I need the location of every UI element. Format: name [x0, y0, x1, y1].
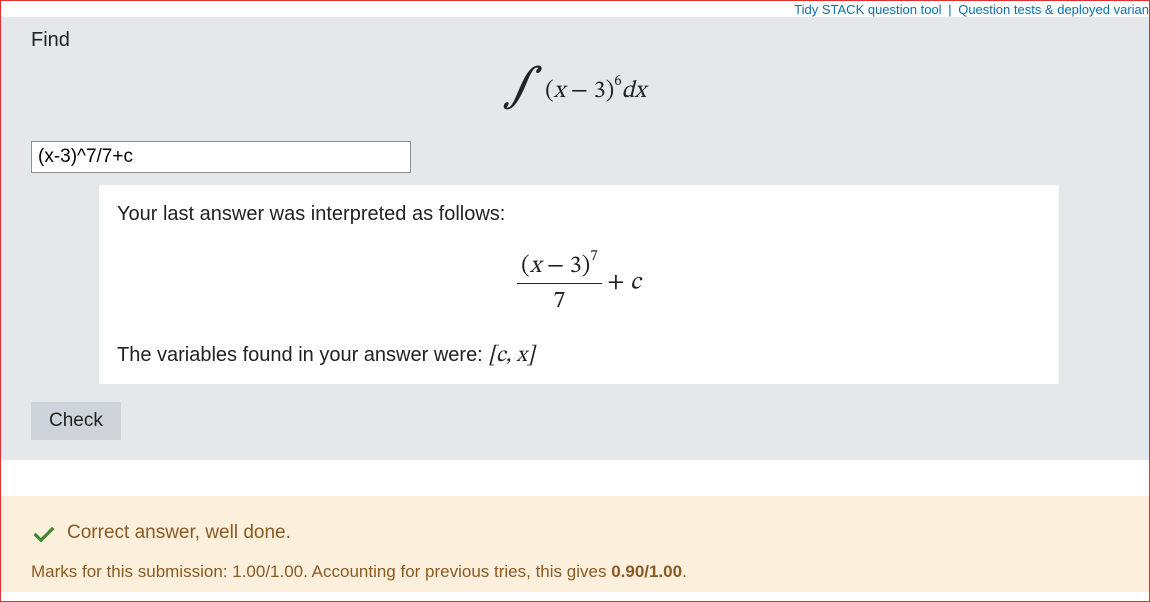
- num-paren-open: (: [521, 254, 530, 278]
- marks-pre: Marks for this submission:: [31, 562, 232, 581]
- num-paren-close: ): [582, 254, 591, 278]
- feedback-expression: (x − 3)7 7 + c: [117, 250, 1041, 316]
- fraction-numerator: (x − 3)7: [517, 250, 601, 284]
- result-correct-line: Correct answer, well done.: [31, 520, 1119, 546]
- feedback-box: Your last answer was interpreted as foll…: [99, 185, 1059, 384]
- paren-close: ): [606, 79, 615, 103]
- constant-c: c: [630, 271, 641, 295]
- result-correct-text: Correct answer, well done.: [67, 522, 291, 544]
- question-area: Find ∫ (x − 3)6dx Your last answer was i…: [1, 17, 1149, 460]
- num-var-x: x: [530, 254, 542, 278]
- plus-sign: +: [607, 271, 630, 295]
- feedback-vars-line: The variables found in your answer were:…: [117, 342, 1041, 370]
- marks-mid: . Accounting for previous tries, this gi…: [303, 562, 611, 581]
- check-button[interactable]: Check: [31, 402, 121, 440]
- vars-intro: The variables found in your answer were:: [117, 344, 488, 366]
- const-3: 3: [594, 79, 606, 103]
- question-prompt: Find: [31, 29, 1119, 52]
- minus: −: [565, 79, 594, 103]
- answer-input[interactable]: [31, 141, 411, 173]
- marks-value: 1.00/1.00: [232, 562, 303, 581]
- page-root: Tidy STACK question tool | Question test…: [0, 0, 1150, 602]
- link-separator: |: [945, 2, 954, 17]
- paren-open: (: [545, 79, 554, 103]
- num-exp-7: 7: [590, 249, 597, 264]
- marks-post: .: [682, 562, 687, 581]
- differential-dx: dx: [622, 79, 646, 103]
- vars-list: [c, x]: [488, 345, 534, 367]
- integrand: (x − 3)6dx: [545, 75, 646, 106]
- fraction-denominator: 7: [517, 284, 601, 316]
- fraction: (x − 3)7 7: [517, 250, 601, 316]
- link-question-tests[interactable]: Question tests & deployed varian: [958, 2, 1149, 17]
- integral-sign-icon: ∫: [504, 67, 535, 108]
- num-const-3: 3: [570, 254, 582, 278]
- num-minus: −: [541, 254, 570, 278]
- var-x: x: [554, 79, 566, 103]
- question-integral: ∫ (x − 3)6dx: [31, 70, 1119, 111]
- feedback-intro: Your last answer was interpreted as foll…: [117, 203, 1041, 226]
- link-tidy-tool[interactable]: Tidy STACK question tool: [794, 2, 941, 17]
- result-box: Correct answer, well done. Marks for thi…: [1, 496, 1149, 592]
- top-links: Tidy STACK question tool | Question test…: [1, 1, 1149, 17]
- exponent-6: 6: [614, 74, 621, 89]
- result-marks-line: Marks for this submission: 1.00/1.00. Ac…: [31, 562, 1119, 582]
- marks-final: 0.90/1.00: [611, 562, 682, 581]
- check-icon: [31, 520, 57, 546]
